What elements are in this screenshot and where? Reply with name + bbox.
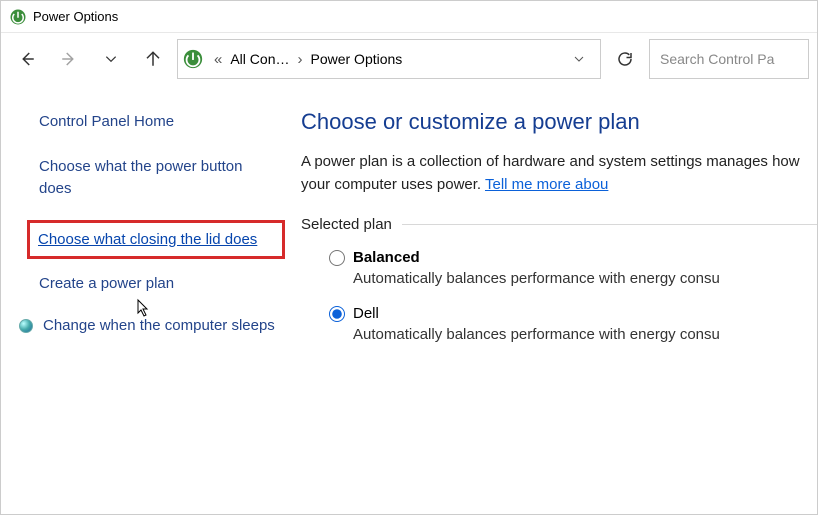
forward-button[interactable]: [51, 39, 87, 79]
history-dropdown-button[interactable]: [93, 39, 129, 79]
plan-name: Dell: [353, 305, 379, 322]
tell-me-more-link[interactable]: Tell me more abou: [485, 176, 608, 193]
search-input[interactable]: Search Control Pa: [649, 39, 809, 79]
plan-radio-balanced[interactable]: Balanced: [329, 249, 817, 266]
window-title: Power Options: [33, 9, 118, 24]
page-description: A power plan is a collection of hardware…: [301, 151, 817, 196]
address-dropdown-button[interactable]: [562, 39, 596, 79]
nav-toolbar: « All Con… › Power Options Search Contro…: [1, 33, 817, 85]
highlight-annotation: Choose what closing the lid does: [27, 220, 285, 260]
link-power-button-does[interactable]: Choose what the power button does: [39, 156, 279, 200]
chevron-down-icon: [104, 52, 118, 66]
power-options-icon: [9, 8, 27, 26]
refresh-button[interactable]: [607, 39, 643, 79]
plan-row-balanced: Balanced Automatically balances performa…: [329, 249, 817, 287]
arrow-right-icon: [60, 50, 78, 68]
page-heading: Choose or customize a power plan: [301, 109, 817, 135]
sleep-icon: [19, 319, 33, 333]
address-bar[interactable]: « All Con… › Power Options: [177, 39, 601, 79]
chevron-right-icon: ›: [297, 51, 302, 68]
sidebar-title[interactable]: Control Panel Home: [39, 113, 279, 130]
selected-plan-legend: Selected plan: [301, 216, 402, 233]
chevron-down-icon: [573, 53, 585, 65]
back-button[interactable]: [9, 39, 45, 79]
plan-desc: Automatically balances performance with …: [353, 270, 817, 287]
arrow-up-icon: [144, 50, 162, 68]
plan-name: Balanced: [353, 249, 420, 266]
link-closing-lid-does[interactable]: Choose what closing the lid does: [38, 229, 274, 251]
sidebar: Control Panel Home Choose what the power…: [1, 85, 301, 516]
selected-plan-group: Selected plan Balanced Automatically bal…: [301, 216, 817, 361]
breadcrumb-overflow-icon[interactable]: «: [214, 51, 222, 68]
plan-desc: Automatically balances performance with …: [353, 326, 817, 343]
breadcrumb-seg-allcontrol[interactable]: All Con…: [230, 51, 289, 67]
arrow-left-icon: [18, 50, 36, 68]
link-change-sleep[interactable]: Change when the computer sleeps: [43, 315, 275, 337]
search-placeholder: Search Control Pa: [660, 51, 774, 67]
main-content: Choose or customize a power plan A power…: [301, 85, 817, 516]
radio-balanced[interactable]: [329, 250, 345, 266]
titlebar: Power Options: [1, 1, 817, 33]
refresh-icon: [616, 50, 634, 68]
breadcrumb-seg-poweroptions[interactable]: Power Options: [310, 51, 402, 67]
up-button[interactable]: [135, 39, 171, 79]
plan-radio-dell[interactable]: Dell: [329, 305, 817, 322]
link-create-power-plan[interactable]: Create a power plan: [39, 273, 279, 295]
radio-dell[interactable]: [329, 306, 345, 322]
plan-row-dell: Dell Automatically balances performance …: [329, 305, 817, 343]
power-options-icon: [182, 48, 204, 70]
